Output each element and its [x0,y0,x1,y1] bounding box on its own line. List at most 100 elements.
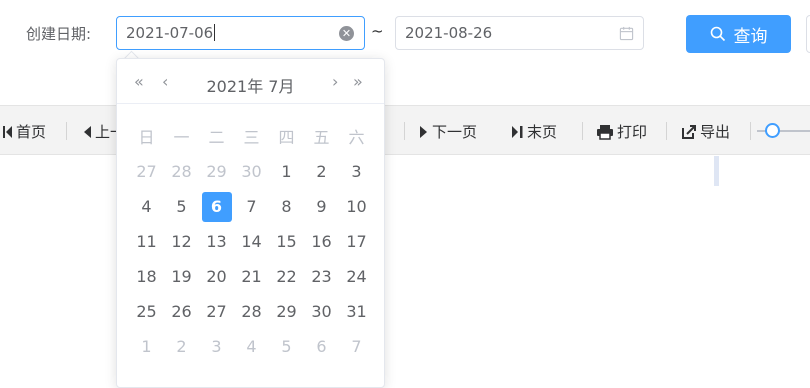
first-page-label: 首页 [16,123,47,141]
other-month-day-cell[interactable]: 5 [269,329,304,364]
last-page-button[interactable]: 末页 [511,121,557,142]
day-cell[interactable]: 31 [339,294,374,329]
date-grid: 27 28 29 30 1 2 3 4 5 6 7 8 9 10 11 12 13 14 15 16 17 18 19 20 2… [129,154,374,364]
date-picker-divider [117,103,384,104]
other-month-day-cell[interactable]: 6 [304,329,339,364]
day-number: 17 [346,232,367,251]
day-cell[interactable]: 30 [304,294,339,329]
day-cell[interactable]: 15 [269,224,304,259]
day-number: 26 [171,302,192,321]
day-number: 6 [201,191,232,222]
other-month-day-cell[interactable]: 27 [129,154,164,189]
day-cell[interactable]: 16 [304,224,339,259]
day-cell[interactable]: 27 [199,294,234,329]
zoom-slider-handle[interactable] [765,123,780,138]
other-month-day-cell[interactable]: 7 [339,329,374,364]
day-number: 2 [176,337,187,356]
other-month-day-cell[interactable]: 30 [234,154,269,189]
day-number: 29 [206,162,227,181]
day-cell[interactable]: 28 [234,294,269,329]
other-month-day-cell[interactable]: 3 [199,329,234,364]
selected-day-cell[interactable]: 6 [199,189,234,224]
print-button[interactable]: 打印 [596,121,647,142]
day-number: 4 [141,197,152,216]
day-number: 22 [276,267,297,286]
weekday-label: 日 [138,128,155,147]
day-cell[interactable]: 10 [339,189,374,224]
end-date-input[interactable]: 2021-08-26 [395,16,644,50]
weekday-label: 六 [348,128,365,147]
day-cell[interactable]: 4 [129,189,164,224]
day-number: 11 [136,232,157,251]
first-page-icon [3,125,12,138]
next-month-button[interactable]: › [332,72,338,91]
day-number: 28 [171,162,192,181]
day-cell[interactable]: 29 [269,294,304,329]
day-cell[interactable]: 14 [234,224,269,259]
day-cell[interactable]: 8 [269,189,304,224]
clear-icon[interactable]: ✕ [339,26,354,41]
day-number: 13 [206,232,227,251]
day-cell[interactable]: 23 [304,259,339,294]
day-number: 7 [351,337,362,356]
day-number: 18 [136,267,157,286]
day-number: 14 [241,232,262,251]
day-cell[interactable]: 7 [234,189,269,224]
other-month-day-cell[interactable]: 4 [234,329,269,364]
previous-page-icon [84,125,91,138]
query-button-label: 查询 [733,26,768,47]
export-icon [682,124,696,139]
day-cell[interactable]: 3 [339,154,374,189]
day-number: 5 [281,337,292,356]
next-page-button[interactable]: 下一页 [419,121,477,142]
calendar-icon[interactable] [619,26,634,41]
day-cell[interactable]: 13 [199,224,234,259]
day-number: 25 [136,302,157,321]
day-number: 20 [206,267,227,286]
day-cell[interactable]: 21 [234,259,269,294]
report-page-edge [714,156,719,186]
day-cell[interactable]: 1 [269,154,304,189]
secondary-button[interactable] [806,15,810,53]
start-date-input[interactable]: 2021-07-06 ✕ [116,16,365,50]
day-cell[interactable]: 17 [339,224,374,259]
day-number: 3 [351,162,362,181]
day-cell[interactable]: 12 [164,224,199,259]
day-cell[interactable]: 9 [304,189,339,224]
other-month-day-cell[interactable]: 2 [164,329,199,364]
day-cell[interactable]: 26 [164,294,199,329]
day-cell[interactable]: 24 [339,259,374,294]
day-cell[interactable]: 22 [269,259,304,294]
day-number: 2 [316,162,327,181]
other-month-day-cell[interactable]: 1 [129,329,164,364]
day-number: 1 [281,162,292,181]
start-date-value: 2021-07-06 [126,24,214,42]
end-date-value: 2021-08-26 [405,24,493,42]
last-page-label: 末页 [527,123,558,141]
day-number: 16 [311,232,332,251]
day-cell[interactable]: 25 [129,294,164,329]
day-cell[interactable]: 18 [129,259,164,294]
day-number: 12 [171,232,192,251]
day-number: 23 [311,267,332,286]
day-cell[interactable]: 19 [164,259,199,294]
toolbar-divider [750,122,751,140]
next-year-button[interactable]: » [353,72,363,91]
date-picker-panel: « ‹ 2021年 7月 › » 日一二三四五六 27 28 29 30 1 2 3 4 5 6 7… [116,58,385,388]
day-cell[interactable]: 5 [164,189,199,224]
query-button[interactable]: 查询 [686,15,791,53]
export-button[interactable]: 导出 [681,121,730,142]
day-cell[interactable]: 20 [199,259,234,294]
day-cell[interactable]: 2 [304,154,339,189]
export-label: 导出 [700,123,731,141]
day-number: 19 [171,267,192,286]
day-number: 7 [246,197,257,216]
day-number: 1 [141,337,152,356]
first-page-button[interactable]: 首页 [3,121,46,142]
other-month-day-cell[interactable]: 28 [164,154,199,189]
day-number: 6 [316,337,327,356]
day-cell[interactable]: 11 [129,224,164,259]
toolbar-divider [66,122,67,140]
other-month-day-cell[interactable]: 29 [199,154,234,189]
day-number: 15 [276,232,297,251]
